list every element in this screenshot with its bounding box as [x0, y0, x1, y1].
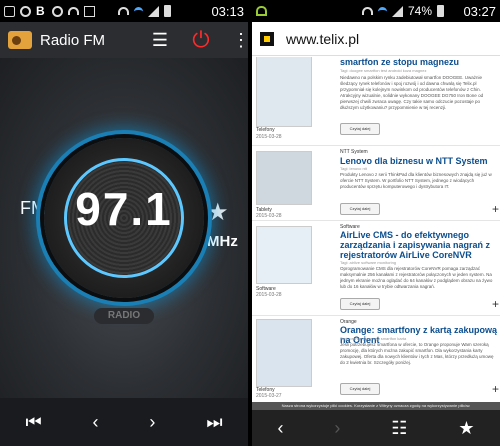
unit-label: MHz [207, 233, 238, 250]
battery-icon [164, 5, 171, 17]
expand-plus-icon[interactable]: + [492, 297, 499, 311]
forward-icon[interactable]: › [334, 418, 340, 439]
address-bar[interactable]: www.telix.pl [252, 22, 500, 56]
seek-forward-icon[interactable]: › [149, 412, 155, 433]
article-tags: Tagi: lenovo ntt [340, 166, 367, 171]
android-icon [256, 6, 267, 16]
headset-icon-3 [362, 7, 373, 15]
web-content[interactable]: Telefony 2015-03-28 smartfon ze stopu ma… [252, 57, 500, 402]
status-time-right: 03:27 [463, 3, 496, 19]
skip-previous-icon[interactable]: ⏮ [25, 412, 41, 433]
app-title: Radio FM [40, 31, 106, 49]
url-text[interactable]: www.telix.pl [286, 31, 359, 47]
cookie-notice[interactable]: Nasza strona wykorzystuje pliki cookies.… [252, 402, 500, 410]
article-tags: Tagi: orange promocja smartfon karta [340, 336, 407, 341]
favorite-star-icon[interactable]: ★ [207, 198, 229, 227]
thumb-date: 2015-03-27 [256, 393, 282, 399]
list-item: Software 2015-03-28 Software AirLive CMS… [252, 222, 500, 314]
app-notification-icon-2 [52, 5, 63, 17]
article-headline[interactable]: Lenovo dla biznesu w NTT System [340, 156, 498, 166]
article-tags: Tagi: airlive software monitoring [340, 260, 397, 265]
signal-icon-2 [392, 5, 403, 17]
read-more-button[interactable]: Czytaj dalej [340, 123, 380, 135]
station-list-icon[interactable]: ☰ [152, 30, 168, 51]
app-notification-icon [4, 5, 15, 17]
b-notification-icon: B [36, 3, 45, 18]
article-headline[interactable]: smartfon ze stopu magnezu [340, 57, 498, 67]
overflow-menu-icon[interactable]: ⋮ [232, 30, 248, 51]
article-thumbnail[interactable] [256, 319, 312, 387]
article-tags: Tagi: doogee smartfon test android koza … [340, 68, 427, 73]
bookmark-icon[interactable]: ★ [458, 418, 474, 439]
frequency-display: 97.1 [75, 183, 173, 235]
radio-logo-icon [8, 31, 32, 49]
article-thumbnail[interactable] [256, 226, 312, 284]
article-thumbnail[interactable] [256, 151, 312, 205]
wifi-icon [134, 6, 143, 16]
read-more-button[interactable]: Czytaj dalej [340, 383, 380, 395]
status-bar-left: B 03:13 [0, 0, 248, 22]
list-item: Telefony 2015-03-27 Orange Orange: smart… [252, 317, 500, 402]
radio-controls: ⏮ ‹ › ⏭ [0, 398, 248, 446]
status-time: 03:13 [211, 3, 244, 19]
article-excerpt: Produkty Lenovo z serii ThinkPad dla kli… [340, 172, 492, 189]
signal-icon [148, 5, 159, 17]
radio-app-pane: B 03:13 Radio FM ☰ ⏻ ⋮ FM ★ MHz 97.1 RAD… [0, 0, 248, 446]
battery-percent: 74% [408, 4, 433, 18]
article-excerpt: Niedawno na polskim rynku zadebiutował s… [340, 75, 484, 110]
divider [252, 145, 500, 146]
browser-pane: 74% 03:27 www.telix.pl Telefony 2015-03-… [252, 0, 500, 446]
band-label: FM [20, 198, 46, 218]
expand-plus-icon[interactable]: + [492, 382, 499, 396]
article-headline[interactable]: AirLive CMS - do efektywnego zarządzania… [340, 230, 498, 260]
read-more-button[interactable]: Czytaj dalej [340, 298, 380, 310]
back-icon[interactable]: ‹ [277, 418, 283, 439]
thumb-date: 2015-03-28 [256, 134, 282, 140]
seek-back-icon[interactable]: ‹ [93, 412, 99, 433]
divider [252, 315, 500, 316]
headset-icon [68, 7, 79, 15]
square-notification-icon [84, 5, 95, 17]
radio-app-bar: Radio FM ☰ ⏻ ⋮ [0, 22, 248, 58]
status-bar-right: 74% 03:27 [252, 0, 500, 22]
expand-plus-icon[interactable]: + [492, 202, 499, 216]
thumb-category: Telefony [256, 127, 275, 133]
article-thumbnail[interactable] [256, 57, 312, 127]
thumb-date: 2015-03-28 [256, 292, 282, 298]
clock-notification-icon [20, 5, 31, 17]
article-excerpt: Oprogramowanie CMS dla rejestratorów Cor… [340, 266, 493, 289]
read-more-button[interactable]: Czytaj dalej [340, 203, 380, 215]
radio-badge: RADIO [94, 308, 154, 324]
radio-tuner: FM ★ MHz 97.1 RADIO [0, 58, 248, 398]
list-item: Tablety 2015-03-28 NTT System Lenovo dla… [252, 147, 500, 222]
divider [252, 220, 500, 221]
reading-list-icon[interactable]: ☷ [391, 418, 407, 439]
article-category: NTT System [340, 149, 368, 155]
wifi-icon-2 [378, 6, 387, 16]
article-excerpt: Jeśli potrzebujesz smartfona w ofercie, … [340, 342, 494, 365]
power-icon[interactable]: ⏻ [190, 29, 212, 51]
list-item: Telefony 2015-03-28 smartfon ze stopu ma… [252, 57, 500, 145]
battery-icon-2 [437, 5, 445, 17]
headset-icon-2 [118, 7, 129, 15]
browser-toolbar: ‹ › ☷ ★ [252, 410, 500, 446]
thumb-date: 2015-03-28 [256, 213, 282, 219]
skip-next-icon[interactable]: ⏭ [206, 412, 222, 433]
tuning-dial[interactable]: 97.1 [44, 138, 204, 298]
site-favicon-icon [260, 31, 274, 46]
